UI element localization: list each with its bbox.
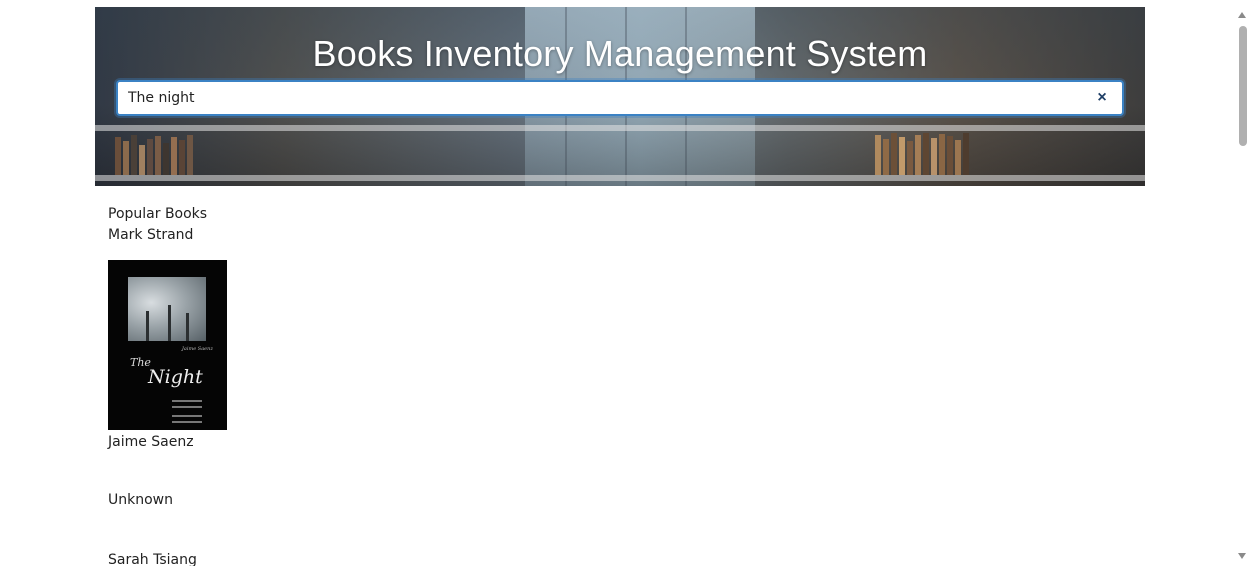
chevron-up-icon[interactable] [1238,12,1246,18]
cover-author: Jaime Saenz [181,346,213,352]
list-item-author: Jaime Saenz [108,434,194,450]
list-item-author: Sarah Tsiang [108,552,197,566]
page: Books Inventory Management System × Popu… [0,0,1250,566]
list-item-author: Mark Strand [108,227,194,243]
search-box[interactable]: × [116,80,1124,116]
bookshelf-decoration [115,135,193,175]
vertical-scrollbar[interactable] [1235,0,1250,566]
bookshelf-decoration [875,133,969,175]
page-title: Books Inventory Management System [312,33,928,74]
list-item-author: Unknown [108,492,173,508]
scrollbar-thumb[interactable] [1239,26,1247,146]
book-cover-image[interactable]: Jaime Saenz The Night [108,260,227,430]
chevron-down-icon[interactable] [1238,553,1246,559]
hero-banner: Books Inventory Management System × [95,7,1145,186]
cover-title-line2: Night [148,366,203,388]
section-heading: Popular Books [108,206,208,222]
results-section: Popular Books [108,203,207,225]
cover-photo [128,277,206,341]
close-icon[interactable]: × [1092,88,1112,108]
search-input[interactable] [128,82,1078,114]
